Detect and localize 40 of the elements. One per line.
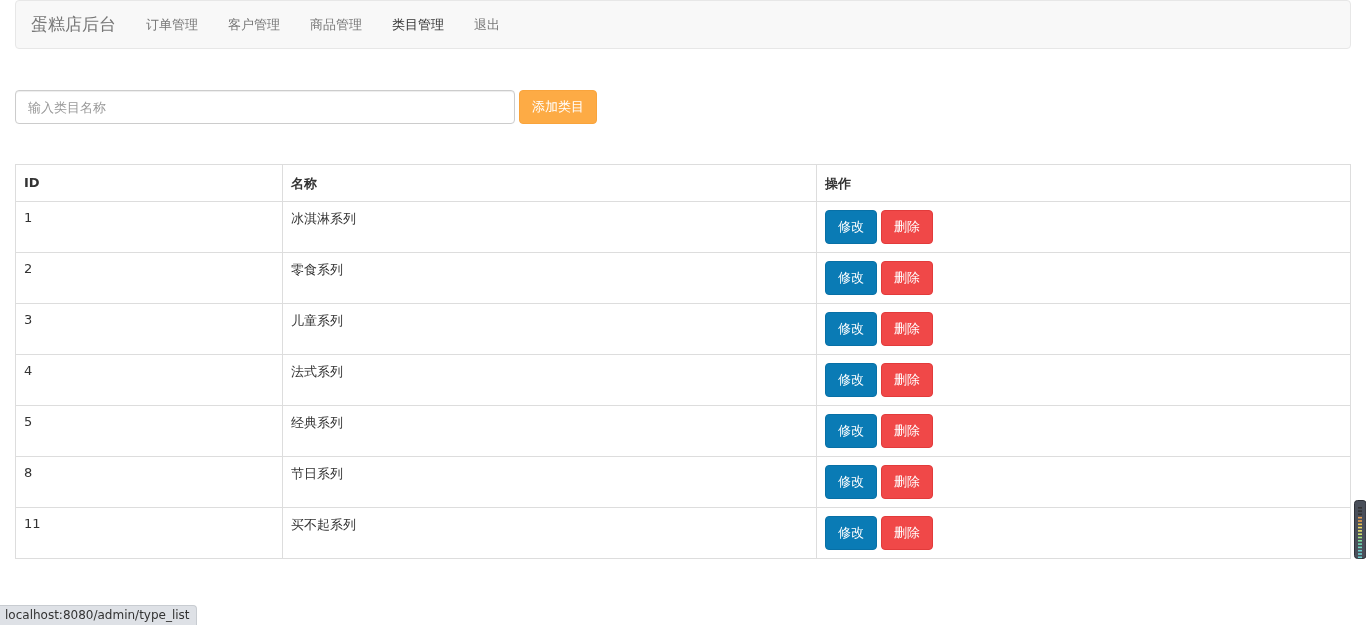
table-cell: 经典系列	[282, 405, 817, 457]
nav-link[interactable]: 商品管理	[310, 15, 362, 34]
table-cell: 零食系列	[282, 252, 817, 304]
column-header: 名称	[282, 164, 817, 202]
table-cell: 2	[15, 252, 283, 304]
delete-button[interactable]: 删除	[881, 363, 933, 397]
nav-link[interactable]: 订单管理	[146, 15, 198, 34]
table-cell: 3	[15, 303, 283, 355]
column-header: ID	[15, 164, 283, 202]
category-name-field[interactable]: 输入类目名称	[15, 90, 515, 124]
table-cell: 8	[15, 456, 283, 508]
delete-button[interactable]: 删除	[881, 516, 933, 550]
delete-button[interactable]: 删除	[881, 210, 933, 244]
edit-button[interactable]: 修改	[825, 414, 877, 448]
edit-button[interactable]: 修改	[825, 516, 877, 550]
delete-button[interactable]: 删除	[881, 261, 933, 295]
column-header: 操作	[816, 164, 1351, 202]
delete-button[interactable]: 删除	[881, 414, 933, 448]
table-cell: 5	[15, 405, 283, 457]
edit-button[interactable]: 修改	[825, 363, 877, 397]
table-cell: 买不起系列	[282, 507, 817, 559]
nav-link[interactable]: 客户管理	[228, 15, 280, 34]
side-widget-icon[interactable]	[1354, 500, 1366, 559]
delete-button[interactable]: 删除	[881, 312, 933, 346]
edit-button[interactable]: 修改	[825, 465, 877, 499]
edit-button[interactable]: 修改	[825, 312, 877, 346]
nav-link[interactable]: 退出	[474, 15, 500, 34]
table-cell: 儿童系列	[282, 303, 817, 355]
table-cell: 法式系列	[282, 354, 817, 406]
edit-button[interactable]: 修改	[825, 261, 877, 295]
brand-title: 蛋糕店后台	[31, 13, 116, 36]
table-cell: 1	[15, 201, 283, 253]
table-cell: 节日系列	[282, 456, 817, 508]
table-cell: 冰淇淋系列	[282, 201, 817, 253]
delete-button[interactable]: 删除	[881, 465, 933, 499]
nav-link[interactable]: 类目管理	[392, 15, 444, 34]
status-url: localhost:8080/admin/type_list	[0, 605, 197, 625]
table-cell: 4	[15, 354, 283, 406]
table-cell: 11	[15, 507, 283, 559]
edit-button[interactable]: 修改	[825, 210, 877, 244]
